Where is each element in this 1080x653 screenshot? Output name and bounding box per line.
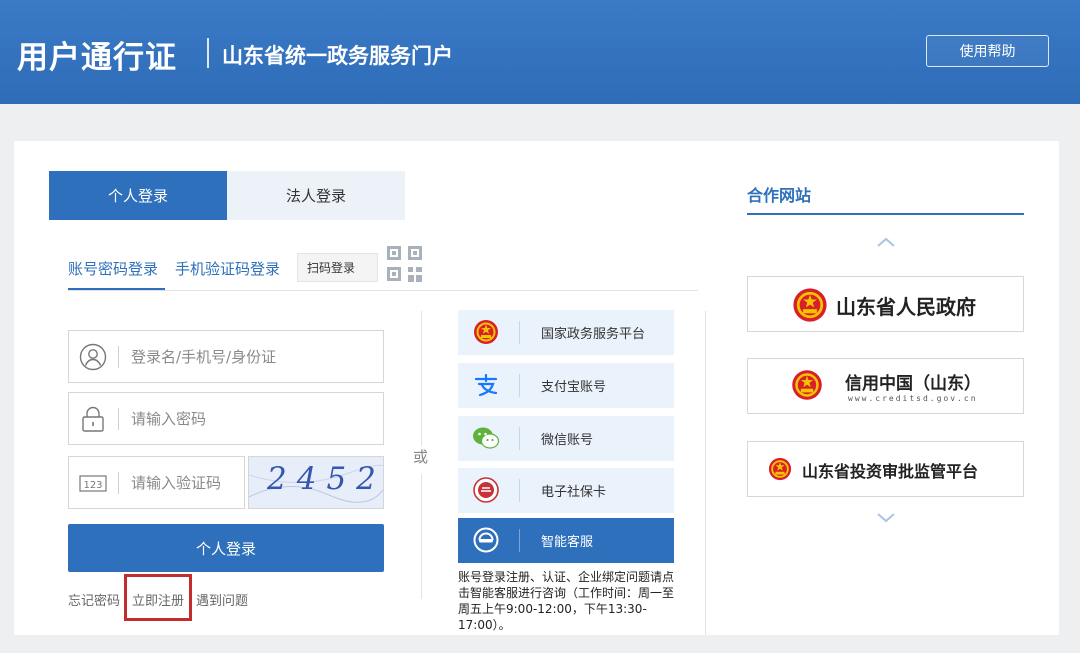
alipay-login[interactable]: 支付宝账号 (458, 363, 674, 408)
captcha-icon-text: 123 (83, 480, 102, 491)
quick-login-label: 微信账号 (541, 433, 594, 448)
partner-label: 山东省人民政府 (836, 295, 976, 319)
user-icon (79, 343, 107, 371)
quick-login-label: 国家政务服务平台 (541, 327, 646, 342)
quick-login-label: 支付宝账号 (541, 380, 607, 395)
alipay-icon (474, 373, 498, 397)
partner-sites-title: 合作网站 (747, 186, 812, 205)
field-separator (118, 346, 119, 368)
problem-link[interactable]: 遇到问题 (196, 590, 248, 609)
brand-divider (207, 38, 209, 68)
quick-separator (519, 321, 520, 344)
tab-legal-login[interactable]: 法人登录 (227, 171, 405, 220)
username-input[interactable] (131, 341, 371, 373)
field-separator (118, 408, 119, 430)
personal-login-button[interactable]: 个人登录 (68, 524, 384, 572)
lock-icon (82, 406, 104, 432)
register-highlight-box (124, 574, 192, 621)
social-security-login[interactable]: 电子社保卡 (458, 468, 674, 513)
scan-login-button[interactable]: 扫码登录 (297, 253, 378, 282)
service-help-text: 账号登录注册、认证、企业绑定问题请点击智能客服进行咨询（工作时间：周一至周五上午… (458, 570, 675, 632)
quick-separator (519, 529, 520, 552)
national-emblem-icon (792, 370, 822, 400)
or-divider-top (421, 311, 422, 446)
chevron-down-icon[interactable] (875, 511, 897, 525)
quick-separator (519, 427, 520, 450)
qr-code-icon[interactable] (387, 246, 422, 282)
smart-service-button[interactable]: 智能客服 (458, 518, 674, 563)
tab-divider (68, 290, 698, 291)
or-divider-bottom (421, 474, 422, 599)
partner-credit-shandong[interactable]: 信用中国（山东） www.creditsd.gov.cn (747, 358, 1024, 414)
national-emblem-icon (474, 320, 498, 344)
password-input[interactable] (131, 403, 371, 435)
login-card: 个人登录 法人登录 账号密码登录 手机验证码登录 扫码登录 登录名/手机号/身份… (14, 141, 1059, 635)
captcha-image[interactable]: 2452 (248, 456, 384, 509)
captcha-value: 2452 (267, 461, 384, 497)
quick-login-label: 电子社保卡 (541, 485, 607, 500)
password-field (68, 392, 384, 445)
customer-service-icon (473, 527, 499, 553)
quick-separator (519, 479, 520, 502)
partner-shandong-gov[interactable]: 山东省人民政府 (747, 276, 1024, 332)
chevron-up-icon[interactable] (875, 235, 897, 249)
partner-title-underline (747, 213, 1024, 215)
page-header: 用户通行证 山东省统一政务服务门户 使用帮助 (0, 0, 1080, 104)
partner-investment-platform[interactable]: 山东省投资审批监管平台 (747, 441, 1024, 497)
quick-login-label: 智能客服 (541, 535, 594, 550)
national-emblem-icon (768, 457, 792, 481)
tab-sms-login[interactable]: 手机验证码登录 (175, 258, 280, 279)
national-platform-login[interactable]: 国家政务服务平台 (458, 310, 674, 355)
forgot-password-link[interactable]: 忘记密码 (68, 590, 120, 609)
tab-password-login[interactable]: 账号密码登录 (68, 258, 158, 279)
field-separator (118, 472, 119, 494)
brand-title: 用户通行证 (17, 40, 177, 76)
captcha-input[interactable] (131, 467, 236, 499)
social-security-icon (473, 477, 499, 503)
partner-label: 信用中国（山东） (845, 374, 981, 394)
section-divider (705, 311, 706, 635)
tab-personal-login[interactable]: 个人登录 (49, 171, 227, 220)
captcha-field: 123 (68, 456, 245, 509)
wechat-icon (473, 427, 500, 449)
wechat-login[interactable]: 微信账号 (458, 416, 674, 461)
national-emblem-icon (793, 288, 827, 322)
brand-subtitle: 山东省统一政务服务门户 (222, 44, 453, 68)
partner-label: 山东省投资审批监管平台 (802, 462, 979, 481)
captcha-code-icon: 123 (79, 475, 107, 492)
partner-url: www.creditsd.gov.cn (848, 394, 978, 403)
or-label: 或 (413, 448, 429, 466)
help-button[interactable]: 使用帮助 (926, 35, 1049, 67)
quick-separator (519, 374, 520, 397)
username-field (68, 330, 384, 383)
